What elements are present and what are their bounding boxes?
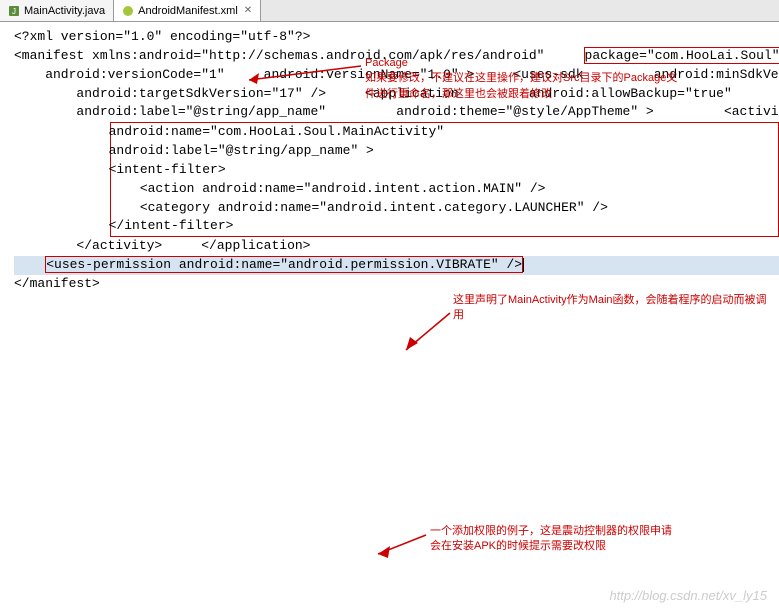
close-icon[interactable]: ✕ [244,5,252,16]
annotation-body: 如果要修改，不建议在这里操作，建议对Src目录下的Package文件进行重命名，… [365,72,677,99]
activity-highlight: android:name="com.HooLai.Soul.MainActivi… [110,122,779,237]
code-line: <intent-filter> [15,161,778,180]
permission-highlight: <uses-permission android:name="android.p… [45,256,523,273]
annotation-permission: 一个添加权限的例子，这是震动控制器的权限申请 会在安装APK的时候提示需要改权限 [430,524,672,555]
code-line: </application> [170,238,310,253]
annotation-title: Package [365,57,408,69]
arrow-icon [372,532,430,560]
code-line: <category android:name="android.intent.c… [15,199,778,218]
code-line: android:targetSdkVersion="17" /> [14,86,326,101]
code-line: android:versionCode="1" [14,67,225,82]
code-line: </manifest> [14,276,100,291]
code-line: android:icon="@drawable/ic_launcher" [740,86,779,101]
annotation-body: 这里声明了MainActivity作为Main函数，会随着程序的启动而被调用 [453,294,767,321]
code-line: android:label="@string/app_name" > [15,142,778,161]
code-line: <?xml version="1.0" encoding="utf-8"?> [14,29,310,44]
tab-manifest[interactable]: AndroidManifest.xml ✕ [114,0,261,21]
code-editor[interactable]: <?xml version="1.0" encoding="utf-8"?> <… [0,22,779,300]
annotation-activity: 这里声明了MainActivity作为Main函数，会随着程序的启动而被调用 [453,293,773,324]
annotation-package: Package 如果要修改，不建议在这里操作，建议对Src目录下的Package… [365,56,685,102]
java-file-icon: J [8,5,20,17]
watermark: http://blog.csdn.net/xv_ly15 [609,588,767,603]
android-file-icon [122,5,134,17]
svg-text:J: J [12,7,16,16]
code-line: android:theme="@style/AppTheme" > [334,104,654,119]
code-line: android:label="@string/app_name" [14,104,326,119]
code-line: android:name="com.HooLai.Soul.MainActivi… [15,123,778,142]
code-line: </activity> [14,238,162,253]
current-line: <uses-permission android:name="android.p… [14,256,779,275]
tab-label: AndroidManifest.xml [138,5,238,17]
annotation-body: 一个添加权限的例子，这是震动控制器的权限申请 [430,525,672,537]
code-line [318,238,349,253]
tab-java[interactable]: J MainActivity.java [0,0,114,21]
code-line: <action android:name="android.intent.act… [15,180,778,199]
tab-bar: J MainActivity.java AndroidManifest.xml … [0,0,779,22]
text-cursor [523,258,524,272]
annotation-body: 会在安装APK的时候提示需要改权限 [430,540,606,552]
code-line: <activity [662,104,779,119]
arrow-icon [400,310,455,358]
code-line: </intent-filter> [15,217,778,236]
tab-label: MainActivity.java [24,5,105,17]
